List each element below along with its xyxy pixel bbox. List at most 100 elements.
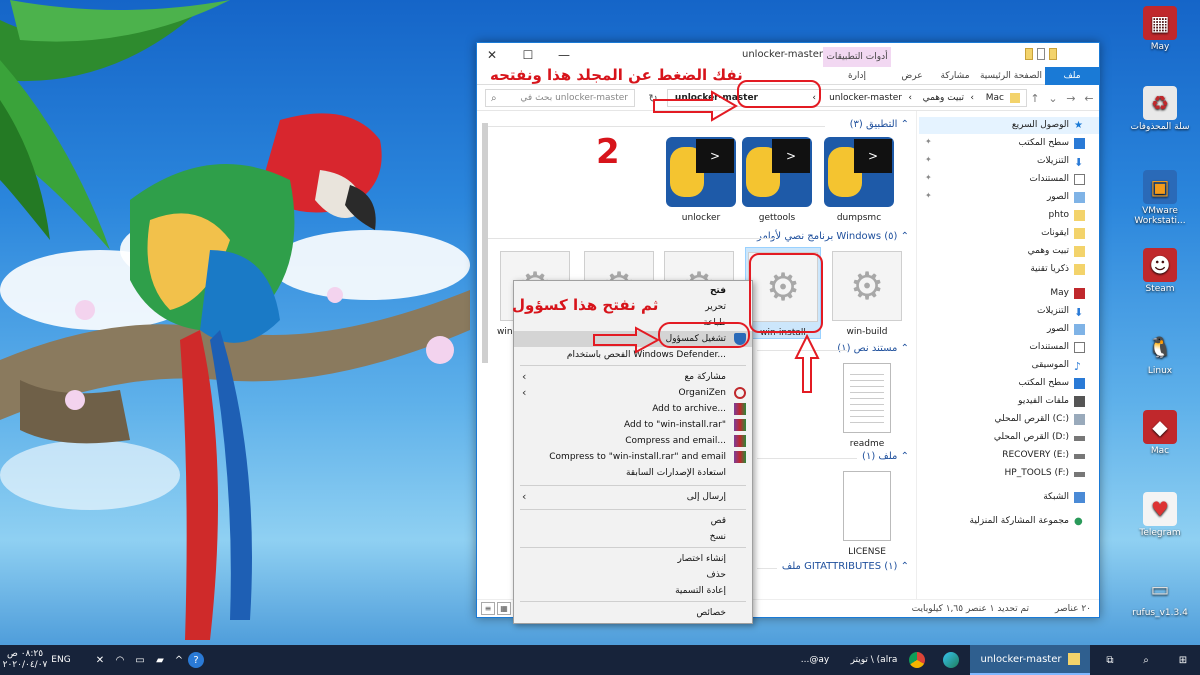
menu-item-properties[interactable]: خصائص [514, 605, 752, 621]
menu-item-rename[interactable]: إعادة التسمية [514, 583, 752, 599]
chevron-up-icon: ⌃ [900, 451, 909, 462]
battery-icon[interactable]: ▭ [132, 645, 148, 675]
chrome-icon[interactable] [906, 645, 928, 675]
desktop-icon-label: سلة المحذوفات [1130, 122, 1190, 132]
breadcrumb-tbit[interactable]: تبيت وهمي [923, 93, 964, 103]
tab-view[interactable]: عرض [891, 67, 933, 85]
language-indicator[interactable]: ENG [50, 645, 72, 675]
desktop-icon-telegram[interactable]: ♥ Telegram [1124, 488, 1196, 562]
nav-desktop-2[interactable]: سطح المكتب [919, 375, 1099, 392]
nav-documents[interactable]: ✦ المستندات [919, 171, 1099, 188]
chevron-up-icon[interactable]: ^ [172, 645, 186, 675]
desktop-icon-recycle-bin[interactable]: ♻ سلة المحذوفات [1124, 82, 1196, 156]
tab-manage[interactable]: إدارة [823, 67, 891, 85]
volume-muted-icon[interactable]: ✕ [92, 645, 108, 675]
task-view-icon[interactable]: ⧉ [1098, 645, 1122, 675]
desktop-icon-linux[interactable]: 🐧 Linux [1124, 326, 1196, 400]
pictures-icon [1074, 324, 1085, 335]
large-icons-view-icon[interactable]: ▦ [497, 602, 511, 615]
desktop-icon-mac[interactable]: ◆ Mac [1124, 406, 1196, 480]
nav-downloads[interactable]: ✦ ⬇ التنزيلات [919, 153, 1099, 170]
menu-item-add-to-rar[interactable]: Add to "win-install.rar" [514, 417, 752, 433]
vertical-scrollbar[interactable] [481, 113, 489, 593]
nav-quick-access[interactable]: ★ الوصول السريع [919, 117, 1099, 134]
nav-videos[interactable]: ملفات الفيديو [919, 393, 1099, 410]
nav-pictures[interactable]: ✦ الصور [919, 189, 1099, 206]
group-header-scripts[interactable]: برنامج نصي لأوامر Windows (٥) ⌃ [477, 231, 909, 245]
folder-icon[interactable] [1025, 48, 1033, 60]
desktop-icon-rufus[interactable]: ▭ rufus_v1.3.4 [1124, 568, 1196, 642]
highlight-ring-address [737, 80, 821, 108]
python-script-icon: > [742, 137, 812, 207]
menu-item-delete[interactable]: حذف [514, 567, 752, 583]
minimize-button[interactable]: — [551, 43, 577, 67]
item-count: ٢٠ عناصر [1055, 604, 1091, 614]
clock[interactable]: ٠٨:٢٥ ص ٢٠٢٠/٠٤/٠٧ [0, 645, 50, 675]
nav-pictures-2[interactable]: الصور [919, 321, 1099, 338]
file-item-readme[interactable]: readme [829, 363, 905, 449]
file-name: unlocker [681, 213, 721, 223]
tab-file[interactable]: ملف [1045, 67, 1099, 85]
menu-item-cut[interactable]: قص [514, 513, 752, 529]
menu-item-organizen[interactable]: ‹ OrganiZen [514, 385, 752, 401]
menu-item-copy[interactable]: نسخ [514, 529, 752, 545]
nav-drive-f[interactable]: HP_TOOLS (F:) [919, 465, 1099, 482]
menu-item-compress-email[interactable]: Compress and email... [514, 433, 752, 449]
nav-icons-folder[interactable]: ايقونات [919, 225, 1099, 242]
tab-share[interactable]: مشاركة [933, 67, 977, 85]
nav-downloads-2[interactable]: ⬇ التنزيلات [919, 303, 1099, 320]
scrollbar-thumb[interactable] [482, 123, 488, 363]
nav-drive-d[interactable]: القرص المحلي (D:) [919, 429, 1099, 446]
properties-icon[interactable] [1037, 48, 1045, 60]
desktop-icon-steam[interactable]: ☻ Steam [1124, 244, 1196, 318]
menu-item-send-to[interactable]: ‹ إرسال إلى [514, 489, 752, 505]
forward-arrow-icon[interactable]: → [1063, 90, 1079, 106]
file-item-license[interactable]: LICENSE [829, 471, 905, 557]
file-item-dumpsmc[interactable]: > dumpsmc [821, 137, 897, 223]
desktop-icon-vmware[interactable]: ▣ VMware Workstati... [1124, 166, 1196, 240]
nav-music[interactable]: ♪ الموسيقى [919, 357, 1099, 374]
menu-item-create-shortcut[interactable]: إنشاء اختصار [514, 551, 752, 567]
details-view-icon[interactable]: ≡ [481, 602, 495, 615]
breadcrumb-mac[interactable]: Mac [986, 93, 1004, 103]
close-button[interactable]: ✕ [479, 43, 505, 67]
back-arrow-icon[interactable]: ← [1081, 90, 1097, 106]
menu-item-add-to-archive[interactable]: Add to archive... [514, 401, 752, 417]
taskbar-twitter-window[interactable]: تويتر \ (alra [842, 645, 906, 675]
search-icon[interactable]: ⌕ [1134, 645, 1158, 675]
up-arrow-icon[interactable]: ↑ [1027, 90, 1043, 106]
edge-icon[interactable] [938, 645, 964, 675]
nav-drive-c[interactable]: القرص المحلي (C:) [919, 411, 1099, 428]
nav-tech[interactable]: ذكريا تقنية [919, 261, 1099, 278]
menu-item-compress-rar-email[interactable]: Compress to "win-install.rar" and email [514, 449, 752, 465]
file-item-win-build[interactable]: ⚙ win-build [829, 251, 905, 337]
antivirus-icon[interactable]: ▰ [152, 645, 168, 675]
menu-item-share-with[interactable]: ‹ مشاركة مع [514, 369, 752, 385]
menu-item-restore-versions[interactable]: استعادة الإصدارات السابقة [514, 465, 752, 481]
taskbar-ebay-window[interactable]: ...@ay [790, 645, 840, 675]
nav-desktop[interactable]: ✦ سطح المكتب [919, 135, 1099, 152]
app-tools-label[interactable]: أدوات التطبيقات [823, 47, 891, 67]
taskbar-explorer-window[interactable]: unlocker-master [970, 645, 1090, 675]
help-icon[interactable]: ? [186, 645, 206, 675]
windows-start-icon[interactable]: ⊞ [1168, 645, 1198, 675]
breadcrumb-unlocker-1[interactable]: unlocker-master [829, 93, 902, 103]
chevron-up-icon: ⌃ [900, 119, 909, 130]
nav-network[interactable]: الشبكة [919, 489, 1099, 506]
wifi-icon[interactable]: ◠ [112, 645, 128, 675]
file-item-unlocker[interactable]: > unlocker [663, 137, 739, 223]
tab-home[interactable]: الصفحة الرئيسية [977, 67, 1045, 85]
nav-homegroup[interactable]: ● مجموعة المشاركة المنزلية [919, 513, 1099, 530]
nav-documents-2[interactable]: المستندات [919, 339, 1099, 356]
nav-phto[interactable]: phto [919, 207, 1099, 224]
file-item-gettools[interactable]: > gettools [739, 137, 815, 223]
folder-icon[interactable] [1049, 48, 1057, 60]
chevron-down-icon[interactable]: ⌄ [1045, 90, 1061, 106]
desktop-icon-may[interactable]: ▦ May [1124, 2, 1196, 76]
menu-separator [520, 601, 746, 602]
search-input[interactable]: بحث في unlocker-master [485, 89, 635, 107]
nav-drive-e[interactable]: RECOVERY (E:) [919, 447, 1099, 464]
nav-may[interactable]: May [919, 285, 1099, 302]
nav-tbit[interactable]: تبيت وهمي [919, 243, 1099, 260]
maximize-button[interactable]: ☐ [515, 43, 541, 67]
